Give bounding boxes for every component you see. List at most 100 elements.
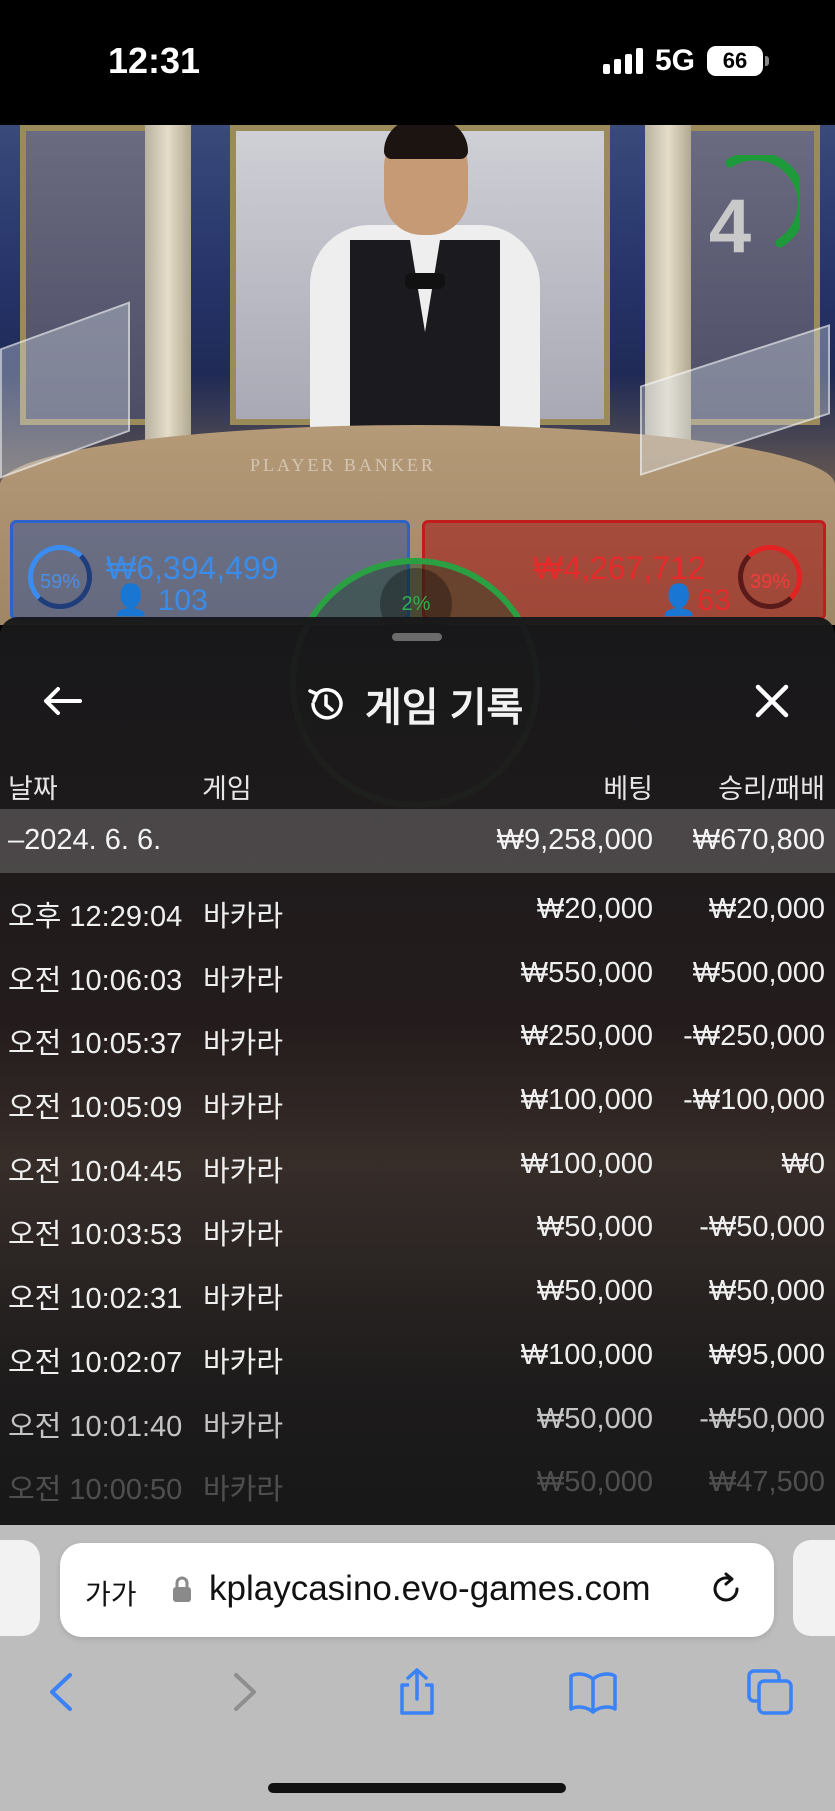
row-game: 바카라: [203, 1474, 284, 1507]
table-row[interactable]: 오전 10:05:09 바카라 ₩100,000 -₩100,000: [0, 1064, 835, 1128]
network-type: 5G: [654, 44, 695, 77]
browser-toolbar: 가가 kplaycasino.evo-games.com: [0, 1525, 835, 1811]
pillar: [145, 125, 191, 445]
battery-icon: 66: [707, 46, 769, 76]
table-print: PLAYER BANKER: [250, 455, 436, 475]
row-time: 오전 10:05:37: [8, 1028, 183, 1061]
history-icon: [308, 688, 343, 720]
banker-bettor-count: 👤63: [660, 583, 731, 618]
row-game: 바카라: [203, 964, 284, 997]
address-bar[interactable]: 가가 kplaycasino.evo-games.com: [60, 1543, 774, 1637]
row-bet: ₩50,000: [536, 1211, 653, 1244]
row-bet: ₩100,000: [520, 1338, 653, 1371]
dealer-hair: [384, 125, 468, 159]
status-bar: 12:31 5G 66: [0, 0, 835, 125]
row-win-loss: ₩20,000: [708, 893, 825, 925]
row-win-loss: ₩47,500: [708, 1466, 825, 1499]
player-count-value: 103: [157, 584, 208, 617]
row-game: 바카라: [203, 1410, 284, 1443]
column-win-loss: 승리/패배: [718, 774, 825, 804]
close-icon[interactable]: [750, 679, 794, 723]
back-arrow-icon[interactable]: [40, 679, 84, 723]
table-row[interactable]: 오전 10:00:50 바카라 ₩50,000 ₩47,500: [0, 1446, 835, 1510]
row-bet: ₩20,000: [536, 893, 653, 925]
dealer-bowtie: [405, 273, 445, 289]
table-row[interactable]: 오전 10:02:31 바카라 ₩50,000 ₩50,000: [0, 1255, 835, 1319]
reload-icon[interactable]: [708, 1571, 744, 1607]
home-indicator[interactable]: [268, 1783, 566, 1793]
row-win-loss: ₩500,000: [692, 956, 825, 989]
row-bet: ₩50,000: [536, 1466, 653, 1499]
row-game: 바카라: [203, 1028, 284, 1061]
history-table-header: 날짜 게임 베팅 승리/패배: [0, 757, 835, 807]
text-size-button[interactable]: 가가: [85, 1573, 137, 1613]
back-icon[interactable]: [38, 1667, 88, 1717]
row-win-loss: ₩50,000: [708, 1275, 825, 1308]
table-row[interactable]: 오전 10:02:07 바카라 ₩100,000 ₩95,000: [0, 1319, 835, 1383]
person-icon: 👤: [112, 584, 150, 617]
column-date: 날짜: [8, 774, 58, 804]
date-group-bet: ₩9,258,000: [496, 824, 653, 856]
player-bettor-count: 👤 103: [112, 583, 208, 618]
share-icon[interactable]: [392, 1667, 442, 1717]
row-time: 오후 12:29:04: [8, 901, 183, 933]
row-time: 오전 10:02:31: [8, 1283, 183, 1316]
table-row[interactable]: 오전 10:04:45 바카라 ₩100,000 ₩0: [0, 1128, 835, 1192]
bookmarks-icon[interactable]: [568, 1667, 618, 1717]
game-history-sheet: 게임 기록 날짜 게임 베팅 승리/패배 –2024. 6. 6. ₩9,258…: [0, 617, 835, 1525]
table-row[interactable]: 오전 10:01:40 바카라 ₩50,000 -₩50,000: [0, 1383, 835, 1447]
row-time: 오전 10:04:45: [8, 1155, 183, 1188]
banker-count-value: 63: [697, 584, 731, 617]
row-win-loss: ₩0: [781, 1147, 826, 1180]
row-win-loss: -₩50,000: [699, 1211, 825, 1244]
row-time: 오전 10:00:50: [8, 1474, 183, 1507]
signal-icon: [602, 48, 643, 74]
forward-icon[interactable]: [218, 1667, 268, 1717]
row-game: 바카라: [203, 901, 284, 933]
sheet-grabber[interactable]: [392, 633, 442, 641]
table-row[interactable]: 오후 12:29:04 바카라 ₩20,000 ₩20,000: [0, 873, 835, 937]
row-win-loss: -₩100,000: [683, 1084, 825, 1117]
battery-level: 66: [722, 48, 748, 73]
previous-tab-peek[interactable]: [0, 1540, 40, 1636]
row-win-loss: ₩95,000: [708, 1338, 825, 1371]
row-time: 오전 10:02:07: [8, 1346, 183, 1379]
row-bet: ₩550,000: [520, 956, 653, 989]
tabs-icon[interactable]: [745, 1667, 795, 1717]
row-game: 바카라: [203, 1092, 284, 1125]
row-bet: ₩100,000: [520, 1084, 653, 1117]
row-time: 오전 10:03:53: [8, 1219, 183, 1252]
row-bet: ₩50,000: [536, 1402, 653, 1435]
player-percent: 59%: [28, 545, 92, 609]
url-text[interactable]: kplaycasino.evo-games.com: [209, 1569, 651, 1609]
column-bet: 베팅: [603, 774, 653, 804]
row-bet: ₩100,000: [520, 1147, 653, 1180]
row-game: 바카라: [203, 1219, 284, 1252]
table-row[interactable]: 오전 10:06:03 바카라 ₩550,000 ₩500,000: [0, 937, 835, 1001]
status-time: 12:31: [108, 40, 201, 81]
player-total-amount: ₩6,394,499: [106, 550, 279, 586]
column-game: 게임: [202, 774, 252, 804]
date-group-win-loss: ₩670,800: [692, 824, 825, 856]
table-row[interactable]: 오전 10:05:37 바카라 ₩250,000 -₩250,000: [0, 1000, 835, 1064]
browser-nav-bar: [0, 1657, 835, 1737]
table-row[interactable]: 오전 10:03:53 바카라 ₩50,000 -₩50,000: [0, 1191, 835, 1255]
row-win-loss: -₩250,000: [683, 1020, 825, 1053]
status-indicators: 5G 66: [602, 44, 769, 78]
history-rows: 오후 12:29:04 바카라 ₩20,000 ₩20,000 오전 10:06…: [0, 873, 835, 1510]
person-icon: 👤: [660, 584, 698, 617]
row-time: 오전 10:01:40: [8, 1410, 183, 1443]
row-game: 바카라: [203, 1155, 284, 1188]
row-bet: ₩250,000: [520, 1020, 653, 1053]
row-game: 바카라: [203, 1346, 284, 1379]
date-group-row[interactable]: –2024. 6. 6. ₩9,258,000 ₩670,800: [0, 809, 835, 873]
row-time: 오전 10:06:03: [8, 964, 183, 997]
date-group-label: –2024. 6. 6.: [8, 824, 162, 856]
banker-total-amount: ₩4,267,712: [533, 550, 706, 586]
next-tab-peek[interactable]: [793, 1540, 835, 1636]
sheet-title-text: 게임 기록: [365, 686, 524, 730]
row-game: 바카라: [203, 1283, 284, 1316]
row-time: 오전 10:05:09: [8, 1092, 183, 1125]
lock-icon: [173, 1576, 191, 1602]
countdown-timer: 4: [708, 184, 752, 269]
